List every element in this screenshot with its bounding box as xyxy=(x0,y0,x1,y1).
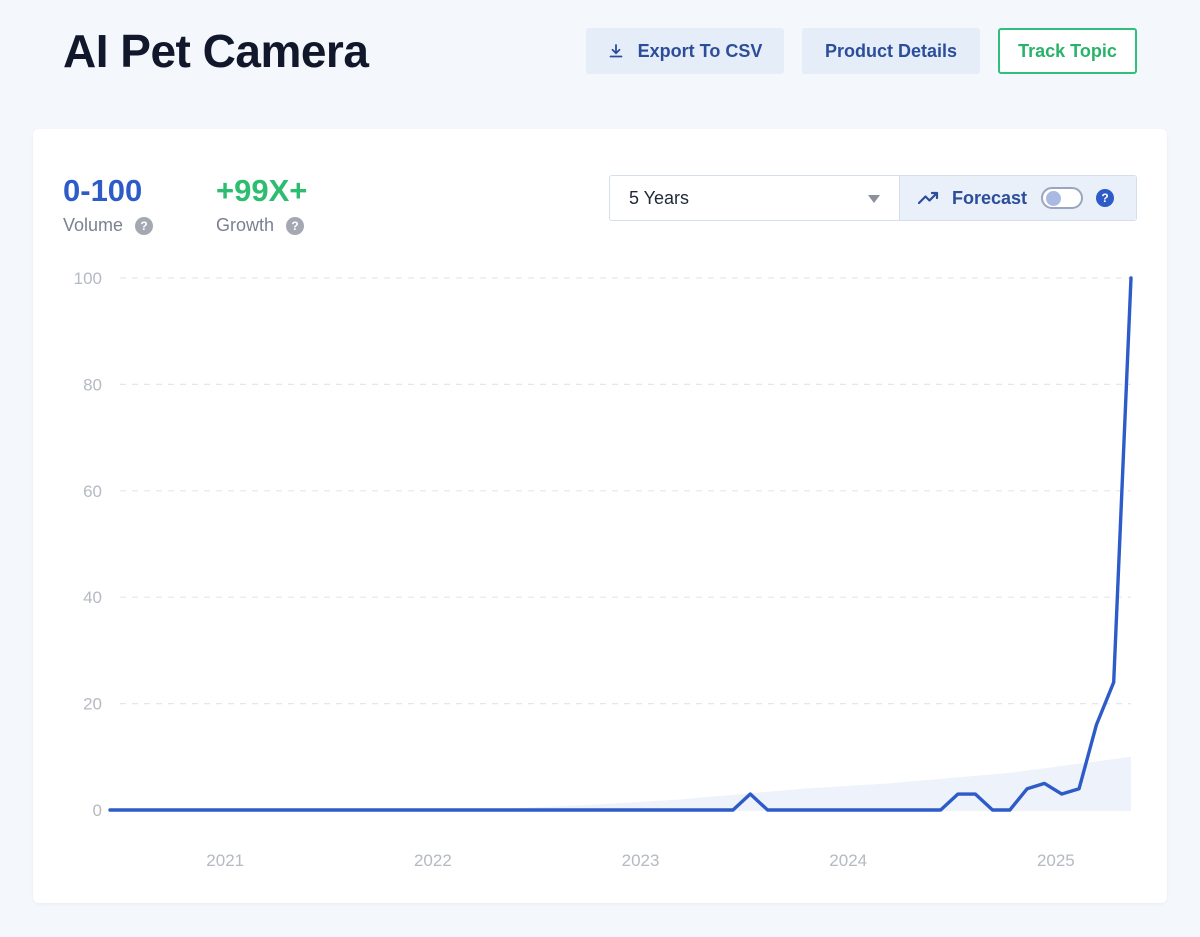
background-area xyxy=(473,756,1132,810)
trend-chart: 0 20 40 60 80 100 2021 2022 2023 2024 2025 xyxy=(74,269,1133,870)
y-tick-label: 60 xyxy=(83,482,102,501)
series-line xyxy=(108,276,1133,812)
y-tick-label: 40 xyxy=(83,588,102,607)
x-tick-label: 2021 xyxy=(206,851,244,870)
x-tick-label: 2023 xyxy=(622,851,660,870)
y-tick-label: 20 xyxy=(83,695,102,714)
y-tick-label: 80 xyxy=(83,375,102,394)
x-tick-label: 2022 xyxy=(414,851,452,870)
x-tick-label: 2024 xyxy=(829,851,867,870)
y-tick-label: 0 xyxy=(93,801,102,820)
x-tick-label: 2025 xyxy=(1037,851,1075,870)
y-tick-label: 100 xyxy=(74,269,102,288)
